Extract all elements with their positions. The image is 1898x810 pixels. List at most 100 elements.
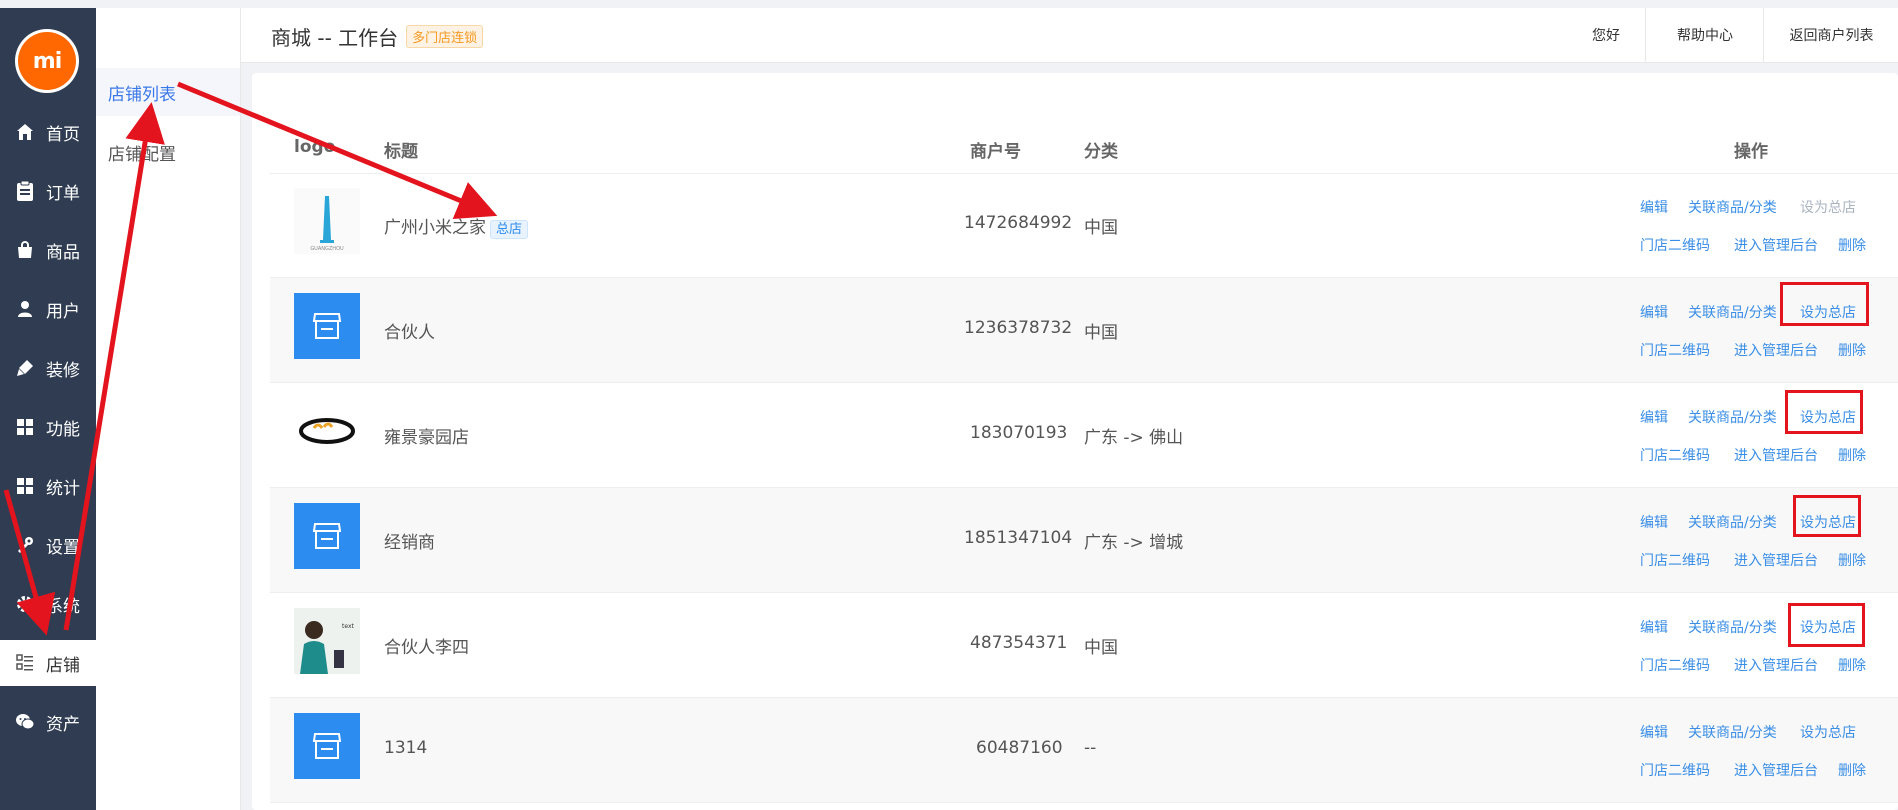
link-products-link[interactable]: 关联商品/分类 <box>1688 302 1777 322</box>
nav-item-products[interactable]: 商品 <box>0 227 96 273</box>
delete-link[interactable]: 删除 <box>1838 235 1866 255</box>
admin-link[interactable]: 进入管理后台 <box>1734 550 1818 570</box>
edit-link[interactable]: 编辑 <box>1640 512 1668 532</box>
store-title: 雍景豪园店 <box>384 423 469 448</box>
store-name: 广州小米之家 <box>384 218 486 238</box>
category: 中国 <box>1084 638 1118 658</box>
delete-link[interactable]: 删除 <box>1838 655 1866 675</box>
category: 中国 <box>1084 218 1118 238</box>
link-products-link[interactable]: 关联商品/分类 <box>1688 407 1777 427</box>
store-name: 合伙人李四 <box>384 638 469 658</box>
edit-link[interactable]: 编辑 <box>1640 722 1668 742</box>
admin-link[interactable]: 进入管理后台 <box>1734 655 1818 675</box>
edit-link[interactable]: 编辑 <box>1640 617 1668 637</box>
mi-logo[interactable]: mi <box>18 32 76 90</box>
link-products-link[interactable]: 关联商品/分类 <box>1688 197 1777 217</box>
nav-item-assets[interactable]: 资产 <box>0 699 96 745</box>
merchant-no: 60487160 <box>976 738 1063 758</box>
qrcode-link[interactable]: 门店二维码 <box>1640 235 1710 255</box>
store-title: 1314 <box>384 738 427 758</box>
qrcode-link[interactable]: 门店二维码 <box>1640 655 1710 675</box>
nav-item-system[interactable]: 系统 <box>0 581 96 627</box>
help-center-button[interactable]: 帮助中心 <box>1645 8 1764 62</box>
merchant-no: 1472684992 <box>964 213 1073 233</box>
clipboard-icon <box>14 180 36 202</box>
store-icon <box>294 713 360 779</box>
nav-item-decoration[interactable]: 装修 <box>0 345 96 391</box>
link-products-link[interactable]: 关联商品/分类 <box>1688 512 1777 532</box>
secondary-sidebar: 店铺列表 店铺配置 <box>96 8 241 810</box>
table-header: logo 标题 商户号 分类 操作 <box>270 123 1898 174</box>
wechat-icon <box>14 711 36 733</box>
nav-item-home[interactable]: 首页 <box>0 109 96 155</box>
merchant-no: 1851347104 <box>964 528 1073 548</box>
link-products-link[interactable]: 关联商品/分类 <box>1688 722 1777 742</box>
table-row: 合伙人 1236378732 中国 编辑 关联商品/分类 设为总店 门店二维码 … <box>270 278 1898 383</box>
store-title: 广州小米之家 总店 <box>384 213 529 239</box>
admin-link[interactable]: 进入管理后台 <box>1734 235 1818 255</box>
nav-label: 设置 <box>46 537 80 558</box>
delete-link[interactable]: 删除 <box>1838 550 1866 570</box>
chain-store-tag: 多门店连锁 <box>406 25 484 48</box>
nav-item-settings[interactable]: 设置 <box>0 522 96 568</box>
col-merchant-no: 商户号 <box>970 142 1021 162</box>
qrcode-link[interactable]: 门店二维码 <box>1640 445 1710 465</box>
home-icon <box>14 121 36 143</box>
subnav-label: 店铺配置 <box>108 144 176 165</box>
nav-item-stats[interactable]: 统计 <box>0 463 96 509</box>
greeting-button[interactable]: 您好 <box>1561 8 1651 62</box>
link-products-link[interactable]: 关联商品/分类 <box>1688 617 1777 637</box>
col-title: 标题 <box>384 142 418 162</box>
nav-item-users[interactable]: 用户 <box>0 286 96 332</box>
subnav-store-config[interactable]: 店铺配置 <box>96 128 240 176</box>
nav-item-features[interactable]: 功能 <box>0 404 96 450</box>
back-to-merchant-list-button[interactable]: 返回商户列表 <box>1763 8 1898 62</box>
nav-label: 商品 <box>46 242 80 263</box>
nav-item-orders[interactable]: 订单 <box>0 168 96 214</box>
edit-link[interactable]: 编辑 <box>1640 407 1668 427</box>
user-icon <box>14 298 36 320</box>
store-name: 合伙人 <box>384 323 435 343</box>
nav-label: 装修 <box>46 360 80 381</box>
hq-badge: 总店 <box>490 220 529 239</box>
edit-link[interactable]: 编辑 <box>1640 302 1668 322</box>
store-title: 合伙人 <box>384 318 435 343</box>
store-name: 雍景豪园店 <box>384 428 469 448</box>
nav-label: 统计 <box>46 478 80 499</box>
delete-link[interactable]: 删除 <box>1838 340 1866 360</box>
qrcode-link[interactable]: 门店二维码 <box>1640 340 1710 360</box>
set-hq-link: 设为总店 <box>1800 200 1856 216</box>
edit-link[interactable]: 编辑 <box>1640 197 1668 217</box>
category: -- <box>1084 738 1097 758</box>
subnav-label: 店铺列表 <box>108 84 176 105</box>
delete-link[interactable]: 删除 <box>1838 445 1866 465</box>
admin-link[interactable]: 进入管理后台 <box>1734 340 1818 360</box>
page-title-text: 商城 -- 工作台 <box>271 26 399 50</box>
table-row: 经销商 1851347104 广东 -> 增城 编辑 关联商品/分类 设为总店 … <box>270 488 1898 593</box>
admin-link[interactable]: 进入管理后台 <box>1734 445 1818 465</box>
delete-link[interactable]: 删除 <box>1838 760 1866 780</box>
highlight-box <box>1788 603 1865 647</box>
nav-label: 资产 <box>46 714 80 735</box>
col-category: 分类 <box>1084 142 1118 162</box>
nav-label: 订单 <box>46 183 80 204</box>
category: 中国 <box>1084 323 1118 343</box>
admin-link[interactable]: 进入管理后台 <box>1734 760 1818 780</box>
svg-text:GUANGZHOU: GUANGZHOU <box>310 246 344 252</box>
store-name: 1314 <box>384 738 428 758</box>
list-icon <box>14 652 36 674</box>
gear-icon <box>14 593 36 615</box>
set-hq-link[interactable]: 设为总店 <box>1800 722 1856 742</box>
table-row: text 合伙人李四 487354371 中国 编辑 关联商品/分类 设为总店 … <box>270 593 1898 698</box>
category: 广东 -> 佛山 <box>1084 428 1184 448</box>
merchant-no: 183070193 <box>970 423 1068 443</box>
store-list-card: logo 标题 商户号 分类 操作 GUANGZHOU 广州小米之家 总店 147… <box>252 73 1898 810</box>
qrcode-link[interactable]: 门店二维码 <box>1640 550 1710 570</box>
nav-item-stores[interactable]: 店铺 <box>0 640 96 686</box>
highlight-box <box>1780 282 1869 326</box>
subnav-store-list[interactable]: 店铺列表 <box>96 68 240 116</box>
nav-label: 功能 <box>46 419 80 440</box>
bread-image <box>294 398 360 464</box>
qrcode-link[interactable]: 门店二维码 <box>1640 760 1710 780</box>
store-title: 合伙人李四 <box>384 633 469 658</box>
